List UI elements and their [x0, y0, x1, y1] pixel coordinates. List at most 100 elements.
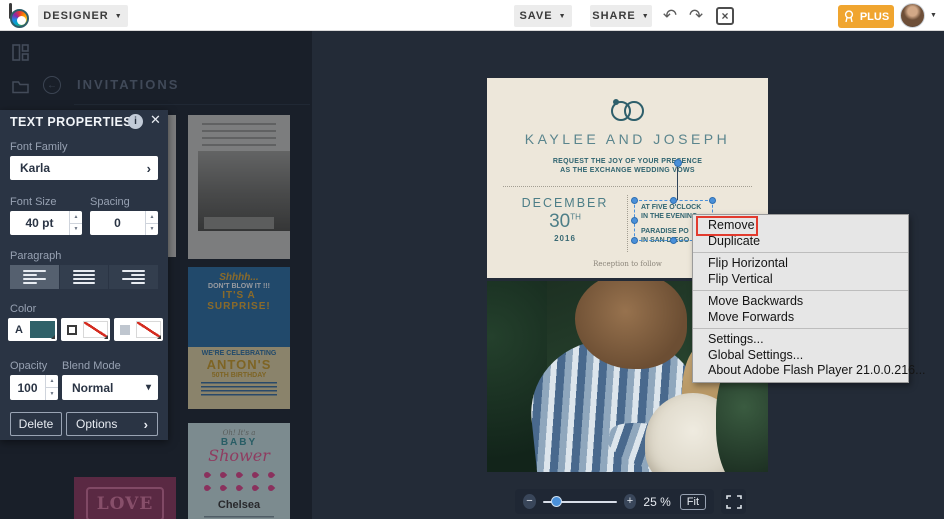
blend-mode-label: Blend Mode: [62, 360, 121, 372]
flash-context-menu: Remove Duplicate Flip Horizontal Flip Ve…: [692, 214, 926, 383]
background-color-swatch[interactable]: [114, 318, 163, 341]
selection-handle-top-left[interactable]: [631, 197, 638, 204]
menu-item-flip-vertical[interactable]: Flip Vertical: [693, 272, 908, 288]
stepper-arrows-icon[interactable]: ▲ ▼: [69, 211, 82, 235]
account-chevron-down-icon[interactable]: ▼: [930, 12, 937, 19]
stepper-arrows-icon[interactable]: ▲ ▼: [45, 375, 58, 400]
couple-names-text[interactable]: KAYLEE AND JOSEPH: [487, 131, 768, 147]
stroke-square-icon: [63, 321, 81, 338]
zoom-slider[interactable]: [542, 496, 617, 507]
fit-screen-icon: [725, 494, 742, 509]
swatch-corner-icon: [104, 335, 108, 339]
designer-app: DESIGNER ▼ SAVE ▼ SHARE ▼ ↶ ↷ × PLUS ▼ ←…: [0, 0, 944, 519]
dotted-divider: [503, 186, 752, 187]
menu-item-global-settings[interactable]: Global Settings...: [693, 348, 908, 364]
save-label: SAVE: [519, 10, 553, 22]
color-controls: A: [8, 318, 163, 341]
request-line-1[interactable]: REQUEST THE JOY OF YOUR PRESENCE: [487, 158, 768, 165]
menu-item-move-backwards[interactable]: Move Backwards: [693, 294, 908, 310]
selection-handle-bottom-center[interactable]: [670, 237, 677, 244]
app-logo-icon[interactable]: [8, 3, 32, 28]
zoom-slider-knob[interactable]: [550, 496, 562, 507]
selection-handle-top-right[interactable]: [709, 197, 716, 204]
info-icon[interactable]: i: [128, 114, 143, 129]
font-size-label: Font Size: [10, 196, 57, 208]
align-justify-button[interactable]: [59, 265, 109, 289]
options-label: Options: [76, 417, 118, 431]
close-document-icon[interactable]: ×: [716, 7, 734, 25]
opacity-value: 100: [17, 380, 38, 395]
delete-button[interactable]: Delete: [10, 412, 62, 436]
options-button[interactable]: Options ›: [66, 412, 158, 436]
rotation-handle[interactable]: [674, 159, 682, 167]
font-family-selector[interactable]: Karla ›: [10, 156, 158, 180]
date-block[interactable]: DECEMBER 30TH 2016: [517, 196, 613, 243]
zoom-toolbar: − + 25 % Fit: [515, 489, 714, 514]
font-family-value: Karla: [20, 161, 51, 175]
zoom-out-button[interactable]: −: [523, 494, 536, 509]
delete-label: Delete: [18, 417, 54, 431]
stroke-color-swatch[interactable]: [61, 318, 110, 341]
undo-icon[interactable]: ↶: [658, 4, 682, 28]
zoom-percentage: 25 %: [643, 494, 671, 509]
spacing-label: Spacing: [90, 196, 130, 208]
font-size-stepper[interactable]: 40 pt ▲ ▼: [10, 211, 82, 235]
opacity-label: Opacity: [10, 360, 48, 372]
redo-icon[interactable]: ↷: [684, 4, 708, 28]
selection-handle-mid-left[interactable]: [631, 217, 638, 224]
month-text: DECEMBER: [521, 196, 609, 210]
align-left-button[interactable]: [10, 265, 59, 289]
menu-item-about-flash[interactable]: About Adobe Flash Player 21.0.0.216...: [693, 363, 926, 379]
chevron-down-icon: ▼: [114, 12, 123, 20]
selection-handle-top-center[interactable]: [670, 197, 677, 204]
blend-mode-select[interactable]: Normal ▾: [62, 375, 158, 400]
paragraph-label: Paragraph: [10, 250, 62, 262]
swatch-corner-icon: [51, 335, 55, 339]
save-button[interactable]: SAVE ▼: [514, 5, 572, 27]
fill-square-icon: [116, 321, 134, 338]
spacing-value: 0: [114, 216, 121, 230]
stepper-arrows-icon[interactable]: ▲ ▼: [145, 211, 158, 235]
swatch-corner-icon: [157, 335, 161, 339]
share-label: SHARE: [592, 10, 636, 22]
menu-item-settings[interactable]: Settings...: [693, 332, 908, 348]
opacity-stepper[interactable]: 100 ▲ ▼: [10, 375, 58, 400]
blend-mode-value: Normal: [72, 380, 114, 395]
menu-separator: [693, 252, 908, 253]
menu-separator: [693, 328, 908, 329]
share-button[interactable]: SHARE ▼: [590, 5, 652, 27]
font-size-value: 40 pt: [25, 216, 54, 230]
menu-item-move-forwards[interactable]: Move Forwards: [693, 310, 908, 326]
designer-menu-button[interactable]: DESIGNER ▼: [38, 5, 128, 27]
year-text: 2016: [554, 234, 576, 243]
spacing-stepper[interactable]: 0 ▲ ▼: [90, 211, 158, 235]
plus-label: PLUS: [859, 10, 890, 23]
dotted-vertical-divider: [627, 195, 628, 252]
chevron-down-icon: ▼: [641, 12, 650, 20]
menu-item-flip-horizontal[interactable]: Flip Horizontal: [693, 256, 908, 272]
logo-color-wheel: [10, 9, 29, 28]
plus-upgrade-button[interactable]: PLUS: [838, 5, 894, 28]
menu-separator: [693, 290, 908, 291]
color-label: Color: [10, 303, 37, 315]
chevron-right-icon: ›: [143, 416, 148, 432]
top-bar: DESIGNER ▼ SAVE ▼ SHARE ▼ ↶ ↷ × PLUS ▼: [0, 0, 944, 31]
align-right-button[interactable]: [109, 265, 159, 289]
text-color-swatch[interactable]: A: [8, 318, 57, 341]
fit-to-screen-button[interactable]: [721, 489, 746, 514]
chevron-down-icon: ▾: [145, 382, 151, 393]
request-line-2[interactable]: AS THE EXCHANGE WEDDING VOWS: [487, 167, 768, 174]
text-properties-panel: TEXT PROPERTIES i ✕ Font Family Karla › …: [0, 110, 168, 440]
zoom-in-button[interactable]: +: [623, 494, 637, 509]
fit-button[interactable]: Fit: [679, 493, 707, 510]
user-avatar[interactable]: [900, 3, 925, 28]
rotation-handle-line: [677, 166, 678, 200]
selection-handle-bottom-left[interactable]: [631, 237, 638, 244]
close-icon[interactable]: ✕: [150, 112, 161, 128]
text-color-a: A: [15, 323, 23, 336]
remove-highlight-annotation: [696, 216, 758, 236]
wedding-rings-icon: [487, 99, 768, 127]
designer-menu-label: DESIGNER: [43, 10, 109, 22]
panel-title: TEXT PROPERTIES: [10, 115, 132, 129]
chevron-right-icon: ›: [146, 160, 151, 176]
